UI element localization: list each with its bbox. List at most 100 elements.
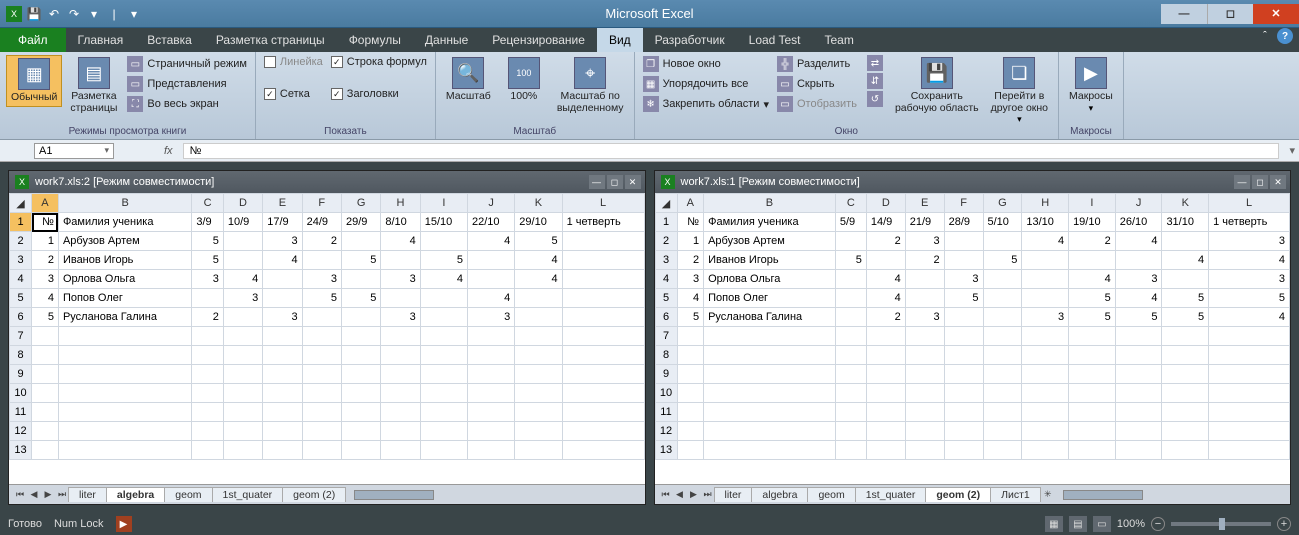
cell[interactable] [704, 327, 836, 346]
col-header[interactable]: G [341, 194, 380, 213]
tab-first-icon[interactable]: ⏮ [13, 488, 27, 502]
cell[interactable] [1069, 327, 1116, 346]
cell[interactable] [704, 384, 836, 403]
sheet-tab[interactable]: geom [807, 487, 855, 502]
cell[interactable] [341, 441, 380, 460]
cell[interactable]: 4 [1209, 251, 1290, 270]
cell[interactable] [835, 327, 866, 346]
cell[interactable] [223, 346, 262, 365]
freeze-button[interactable]: ❄Закрепить области ▾ [641, 95, 771, 113]
row-header[interactable]: 10 [655, 384, 677, 403]
doc-maximize-button[interactable]: ◻ [607, 175, 623, 189]
tab-next-icon[interactable]: ▶ [687, 488, 701, 502]
cell[interactable]: 19/10 [1069, 213, 1116, 232]
cell[interactable] [1162, 346, 1209, 365]
cell[interactable] [866, 251, 905, 270]
cell[interactable] [263, 403, 302, 422]
macros-button[interactable]: ▶Макросы▾ [1065, 55, 1117, 116]
col-header[interactable]: L [1209, 194, 1290, 213]
cell[interactable] [381, 422, 420, 441]
cell[interactable]: 4 [866, 289, 905, 308]
cell[interactable] [263, 289, 302, 308]
workbook-titlebar[interactable]: Xwork7.xls:1 [Режим совместимости]—◻✕ [655, 171, 1291, 193]
cell[interactable]: 3 [677, 270, 704, 289]
cell[interactable] [866, 384, 905, 403]
cell[interactable] [1022, 346, 1069, 365]
col-header[interactable]: J [1115, 194, 1162, 213]
row-header[interactable]: 13 [10, 441, 32, 460]
cell[interactable] [677, 422, 704, 441]
cell[interactable] [468, 251, 515, 270]
doc-minimize-button[interactable]: — [589, 175, 605, 189]
cell[interactable] [983, 365, 1022, 384]
cell[interactable] [835, 289, 866, 308]
cell[interactable] [866, 346, 905, 365]
cell[interactable] [1022, 289, 1069, 308]
cell[interactable] [1209, 365, 1290, 384]
pagebreak-button[interactable]: ▭Страничный режим [125, 55, 249, 73]
cell[interactable]: Русланова Галина [58, 308, 191, 327]
col-header[interactable]: C [192, 194, 223, 213]
cell[interactable]: 1 [32, 232, 59, 251]
cell[interactable] [32, 346, 59, 365]
cell[interactable]: 5 [1115, 308, 1162, 327]
cell[interactable]: Фамилия ученика [704, 213, 836, 232]
cell[interactable] [381, 289, 420, 308]
cell[interactable] [192, 327, 223, 346]
cell[interactable]: 4 [223, 270, 262, 289]
col-header[interactable]: L [562, 194, 644, 213]
cell[interactable]: 3 [381, 308, 420, 327]
ribbon-tab-load-test[interactable]: Load Test [737, 28, 813, 52]
cell[interactable] [562, 327, 644, 346]
cell[interactable] [1022, 441, 1069, 460]
cell[interactable] [192, 441, 223, 460]
cell[interactable] [263, 365, 302, 384]
cell[interactable] [1022, 403, 1069, 422]
cell[interactable] [420, 308, 467, 327]
cell[interactable] [905, 441, 944, 460]
cell[interactable] [32, 422, 59, 441]
row-header[interactable]: 11 [655, 403, 677, 422]
row-header[interactable]: 2 [10, 232, 32, 251]
cell[interactable] [263, 346, 302, 365]
cell[interactable] [983, 384, 1022, 403]
row-header[interactable]: 9 [10, 365, 32, 384]
formulabar-checkbox[interactable]: ✓Строка формул [329, 55, 429, 69]
fullscreen-button[interactable]: ⛶Во весь экран [125, 95, 249, 113]
cell[interactable] [341, 270, 380, 289]
cell[interactable]: 1 [677, 232, 704, 251]
cell[interactable] [515, 403, 562, 422]
cell[interactable] [704, 346, 836, 365]
cell[interactable] [905, 327, 944, 346]
cell[interactable]: 5 [192, 232, 223, 251]
row-header[interactable]: 7 [10, 327, 32, 346]
tab-last-icon[interactable]: ⏭ [701, 488, 715, 502]
col-header[interactable]: J [468, 194, 515, 213]
cell[interactable] [562, 270, 644, 289]
cell[interactable] [1069, 441, 1116, 460]
cell[interactable] [866, 403, 905, 422]
cell[interactable] [944, 384, 983, 403]
cell[interactable]: 4 [263, 251, 302, 270]
cell[interactable]: 5 [983, 251, 1022, 270]
cell[interactable]: 3 [1209, 270, 1290, 289]
gridlines-checkbox[interactable]: ✓Сетка [262, 87, 325, 101]
fx-icon[interactable]: fx [164, 145, 173, 157]
close-button[interactable]: ✕ [1253, 4, 1299, 24]
cell[interactable] [1209, 403, 1290, 422]
cell[interactable] [944, 308, 983, 327]
qat-more-icon[interactable]: ▾ [126, 6, 142, 22]
cell[interactable] [263, 384, 302, 403]
cell[interactable] [677, 365, 704, 384]
cell[interactable] [32, 403, 59, 422]
tab-first-icon[interactable]: ⏮ [659, 488, 673, 502]
cell[interactable]: 4 [1209, 308, 1290, 327]
cell[interactable]: Арбузов Артем [58, 232, 191, 251]
cell[interactable] [983, 346, 1022, 365]
cell[interactable] [983, 270, 1022, 289]
cell[interactable]: 5 [835, 251, 866, 270]
cell[interactable] [515, 289, 562, 308]
cell[interactable]: 1 четверть [562, 213, 644, 232]
cell[interactable]: 5 [341, 289, 380, 308]
cell[interactable] [905, 384, 944, 403]
